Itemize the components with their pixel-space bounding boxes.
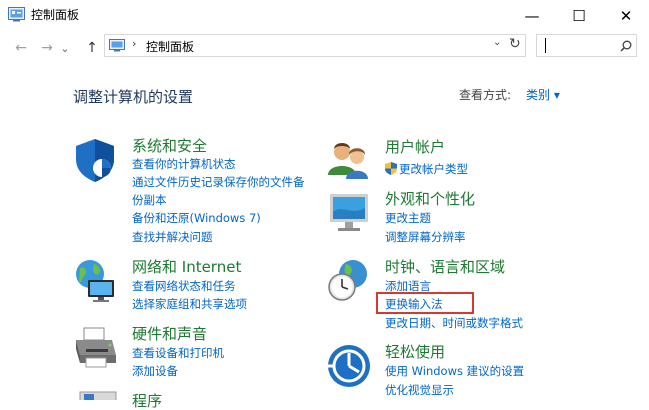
close-button[interactable]: ✕ [603,0,649,31]
link-add-device[interactable]: 添加设备 [132,362,178,380]
category-appearance[interactable]: 外观和个性化 [385,190,475,208]
view-by-dropdown[interactable]: 类别 ▾ [526,86,560,103]
link-backup-restore[interactable]: 备份和还原(Windows 7) [132,209,261,227]
link-date-time-format[interactable]: 更改日期、时间或数字格式 [385,314,523,332]
control-panel-icon [109,39,125,52]
category-network-internet[interactable]: 网络和 Internet [132,258,241,276]
forward-button[interactable]: → [36,38,58,58]
maximize-button[interactable]: ☐ [556,0,602,31]
control-panel-icon [8,7,25,22]
category-hardware-sound[interactable]: 硬件和声音 [132,325,207,343]
programs-icon[interactable] [78,390,118,400]
refresh-button[interactable]: ↻ [509,36,521,52]
link-optimize-visual[interactable]: 优化视觉显示 [385,381,454,399]
link-recommended-settings[interactable]: 使用 Windows 建议的设置 [385,362,524,380]
link-network-status[interactable]: 查看网络状态和任务 [132,277,236,295]
category-ease-of-access[interactable]: 轻松使用 [385,343,445,361]
search-icon[interactable] [620,40,632,52]
link-troubleshoot[interactable]: 查找并解决问题 [132,228,213,246]
breadcrumb-separator[interactable]: › [132,37,136,50]
link-screen-resolution[interactable]: 调整屏幕分辨率 [385,228,466,246]
minimize-button[interactable]: — [509,0,555,31]
link-view-computer-status[interactable]: 查看你的计算机状态 [132,155,236,173]
back-button[interactable]: ← [10,38,32,58]
search-input[interactable] [536,34,637,57]
up-button[interactable]: ↑ [81,38,103,58]
window-title: 控制面板 [31,8,80,22]
ease-of-access-icon[interactable] [326,343,372,389]
breadcrumb-control-panel[interactable]: 控制面板 [146,38,194,55]
link-homegroup-sharing[interactable]: 选择家庭组和共享选项 [132,295,247,313]
printer-icon[interactable] [72,325,118,371]
monitor-icon[interactable] [326,190,372,236]
address-bar[interactable]: › 控制面板 ⌄ ↻ [104,34,526,57]
link-change-theme[interactable]: 更改主题 [385,209,431,227]
page-title: 调整计算机的设置 [73,88,194,106]
recent-locations-button[interactable]: ⌄ [58,38,72,58]
network-globe-icon[interactable] [72,258,118,304]
link-file-history[interactable]: 通过文件历史记录保存你的文件备 [132,173,305,191]
title-bar: 控制面板 — ☐ ✕ [0,0,649,31]
category-clock-language-region[interactable]: 时钟、语言和区域 [385,258,505,276]
highlight-box [376,292,474,314]
category-user-accounts[interactable]: 用户帐户 [385,138,445,156]
link-change-account-type[interactable]: 更改帐户类型 [399,160,468,178]
view-by-label: 查看方式: [459,88,512,102]
link-file-history-cont[interactable]: 份副本 [132,191,167,209]
link-devices-printers[interactable]: 查看设备和打印机 [132,344,224,362]
clock-globe-icon[interactable] [326,258,372,304]
shield-icon[interactable] [72,137,118,183]
users-icon[interactable] [326,137,372,183]
category-system-security[interactable]: 系统和安全 [132,137,207,155]
address-dropdown-button[interactable]: ⌄ [493,37,501,48]
text-caret [545,38,546,53]
category-programs[interactable]: 程序 [132,392,162,410]
uac-shield-icon [385,162,397,175]
